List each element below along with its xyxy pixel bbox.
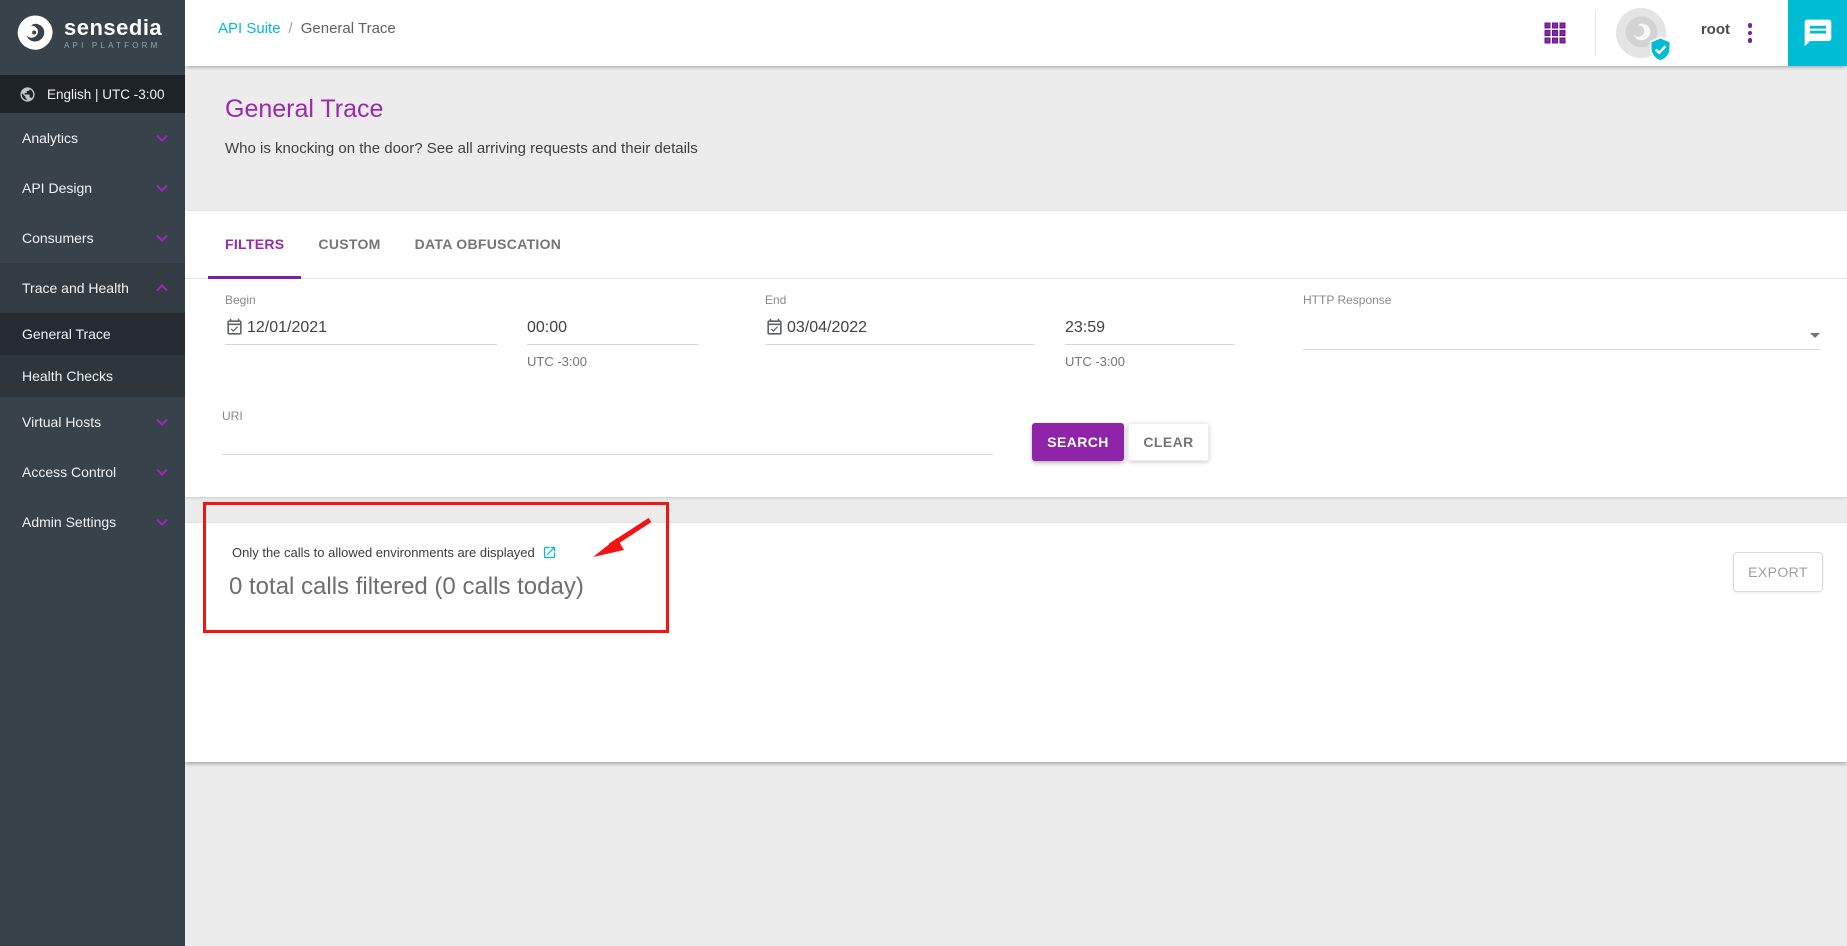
begin-label: Begin bbox=[225, 293, 497, 309]
sidebar-nav: Analytics API Design Consumers Trace and… bbox=[0, 113, 185, 547]
http-response-select[interactable] bbox=[1303, 309, 1820, 350]
chevron-down-icon bbox=[156, 468, 168, 476]
sidebar-item-analytics[interactable]: Analytics bbox=[0, 113, 185, 163]
more-options-icon[interactable] bbox=[1743, 20, 1757, 46]
brand-logo[interactable]: sensedia API PLATFORM bbox=[0, 0, 185, 66]
begin-time-input[interactable]: 00:00 bbox=[527, 309, 699, 345]
sidebar-item-label: Access Control bbox=[22, 464, 116, 480]
chevron-down-icon bbox=[156, 134, 168, 142]
chat-button[interactable] bbox=[1788, 0, 1847, 66]
end-time-value: 23:59 bbox=[1065, 319, 1105, 337]
brand-tagline: API PLATFORM bbox=[64, 41, 162, 50]
end-time-field: 23:59 UTC -3:00 bbox=[1065, 293, 1235, 369]
uri-field: URI bbox=[222, 409, 993, 455]
brand-name: sensedia bbox=[64, 17, 162, 39]
avatar[interactable] bbox=[1616, 8, 1666, 58]
page-subtitle: Who is knocking on the door? See all arr… bbox=[225, 140, 698, 157]
end-time-input[interactable]: 23:59 bbox=[1065, 309, 1235, 345]
tabs: FILTERS CUSTOM DATA OBFUSCATION bbox=[185, 211, 1847, 279]
http-response-label: HTTP Response bbox=[1303, 293, 1820, 309]
http-response-field: HTTP Response bbox=[1303, 293, 1820, 350]
begin-date-input[interactable]: 12/01/2021 bbox=[225, 309, 497, 345]
chevron-down-icon bbox=[156, 518, 168, 526]
tab-filters[interactable]: FILTERS bbox=[208, 210, 301, 278]
begin-time-value: 00:00 bbox=[527, 319, 567, 337]
brand-text: sensedia API PLATFORM bbox=[64, 17, 162, 50]
end-label: End bbox=[765, 293, 1035, 309]
calendar-check-icon[interactable] bbox=[225, 318, 244, 337]
end-date-field: End 03/04/2022 bbox=[765, 293, 1035, 345]
tab-custom[interactable]: CUSTOM bbox=[301, 210, 397, 278]
sidebar-item-health-checks[interactable]: Health Checks bbox=[0, 355, 185, 397]
begin-time-label bbox=[527, 293, 699, 309]
search-button[interactable]: SEARCH bbox=[1032, 423, 1124, 461]
sidebar-item-access-control[interactable]: Access Control bbox=[0, 447, 185, 497]
sidebar-item-label: Health Checks bbox=[22, 368, 113, 384]
sidebar: sensedia API PLATFORM English | UTC -3:0… bbox=[0, 0, 185, 946]
begin-time-field: 00:00 UTC -3:00 bbox=[527, 293, 699, 369]
chevron-down-icon bbox=[156, 234, 168, 242]
end-date-input[interactable]: 03/04/2022 bbox=[765, 309, 1035, 345]
uri-input[interactable] bbox=[222, 425, 993, 455]
calls-summary: 0 total calls filtered (0 calls today) bbox=[229, 573, 584, 601]
page-header: General Trace Who is knocking on the doo… bbox=[185, 66, 1847, 211]
calendar-check-icon[interactable] bbox=[765, 318, 784, 337]
environments-notice-text: Only the calls to allowed environments a… bbox=[232, 545, 535, 560]
filter-card: FILTERS CUSTOM DATA OBFUSCATION Begin 12… bbox=[185, 211, 1847, 497]
sidebar-item-label: Analytics bbox=[22, 130, 78, 146]
sidebar-item-api-design[interactable]: API Design bbox=[0, 163, 185, 213]
sidebar-item-label: Virtual Hosts bbox=[22, 414, 101, 430]
chevron-up-icon bbox=[156, 284, 168, 292]
sidebar-item-label: Trace and Health bbox=[22, 280, 129, 296]
topbar: API Suite / General Trace bbox=[185, 0, 1847, 66]
language-label: English | UTC -3:00 bbox=[47, 87, 165, 102]
username: root bbox=[1701, 21, 1730, 38]
topbar-divider bbox=[1595, 10, 1596, 56]
begin-date-field: Begin 12/01/2021 bbox=[225, 293, 497, 345]
sidebar-item-label: API Design bbox=[22, 180, 92, 196]
sidebar-item-virtual-hosts[interactable]: Virtual Hosts bbox=[0, 397, 185, 447]
breadcrumb-separator: / bbox=[289, 20, 293, 37]
app: sensedia API PLATFORM English | UTC -3:0… bbox=[0, 0, 1847, 946]
apps-grid-icon[interactable] bbox=[1544, 22, 1566, 44]
end-timezone: UTC -3:00 bbox=[1065, 354, 1235, 369]
sidebar-item-label: Consumers bbox=[22, 230, 94, 246]
breadcrumb: API Suite / General Trace bbox=[218, 20, 396, 37]
language-selector[interactable]: English | UTC -3:00 bbox=[0, 75, 185, 113]
export-button[interactable]: EXPORT bbox=[1733, 552, 1823, 592]
breadcrumb-current: General Trace bbox=[301, 20, 396, 37]
begin-date-value: 12/01/2021 bbox=[247, 319, 327, 337]
globe-icon bbox=[19, 86, 36, 103]
clear-button[interactable]: CLEAR bbox=[1128, 423, 1209, 461]
sidebar-item-label: General Trace bbox=[22, 326, 111, 342]
verified-shield-icon bbox=[1648, 36, 1673, 63]
chat-icon bbox=[1802, 17, 1834, 49]
page-title: General Trace bbox=[225, 95, 383, 124]
sidebar-item-label: Admin Settings bbox=[22, 514, 116, 530]
sidebar-item-general-trace[interactable]: General Trace bbox=[0, 313, 185, 355]
sidebar-item-admin-settings[interactable]: Admin Settings bbox=[0, 497, 185, 547]
sidebar-item-consumers[interactable]: Consumers bbox=[0, 213, 185, 263]
end-time-label bbox=[1065, 293, 1235, 309]
begin-timezone: UTC -3:00 bbox=[527, 354, 699, 369]
results-card: Only the calls to allowed environments a… bbox=[185, 523, 1847, 762]
sensedia-swirl-icon bbox=[15, 13, 55, 53]
end-date-value: 03/04/2022 bbox=[787, 319, 867, 337]
open-in-new-icon[interactable] bbox=[542, 545, 557, 560]
chevron-down-icon bbox=[156, 418, 168, 426]
chevron-down-icon bbox=[156, 184, 168, 192]
sidebar-item-trace-and-health[interactable]: Trace and Health bbox=[0, 263, 185, 313]
environments-notice: Only the calls to allowed environments a… bbox=[232, 545, 557, 560]
tab-data-obfuscation[interactable]: DATA OBFUSCATION bbox=[398, 210, 579, 278]
uri-label: URI bbox=[222, 409, 993, 425]
breadcrumb-api-suite[interactable]: API Suite bbox=[218, 20, 281, 37]
dropdown-arrow-icon[interactable] bbox=[1810, 333, 1820, 338]
